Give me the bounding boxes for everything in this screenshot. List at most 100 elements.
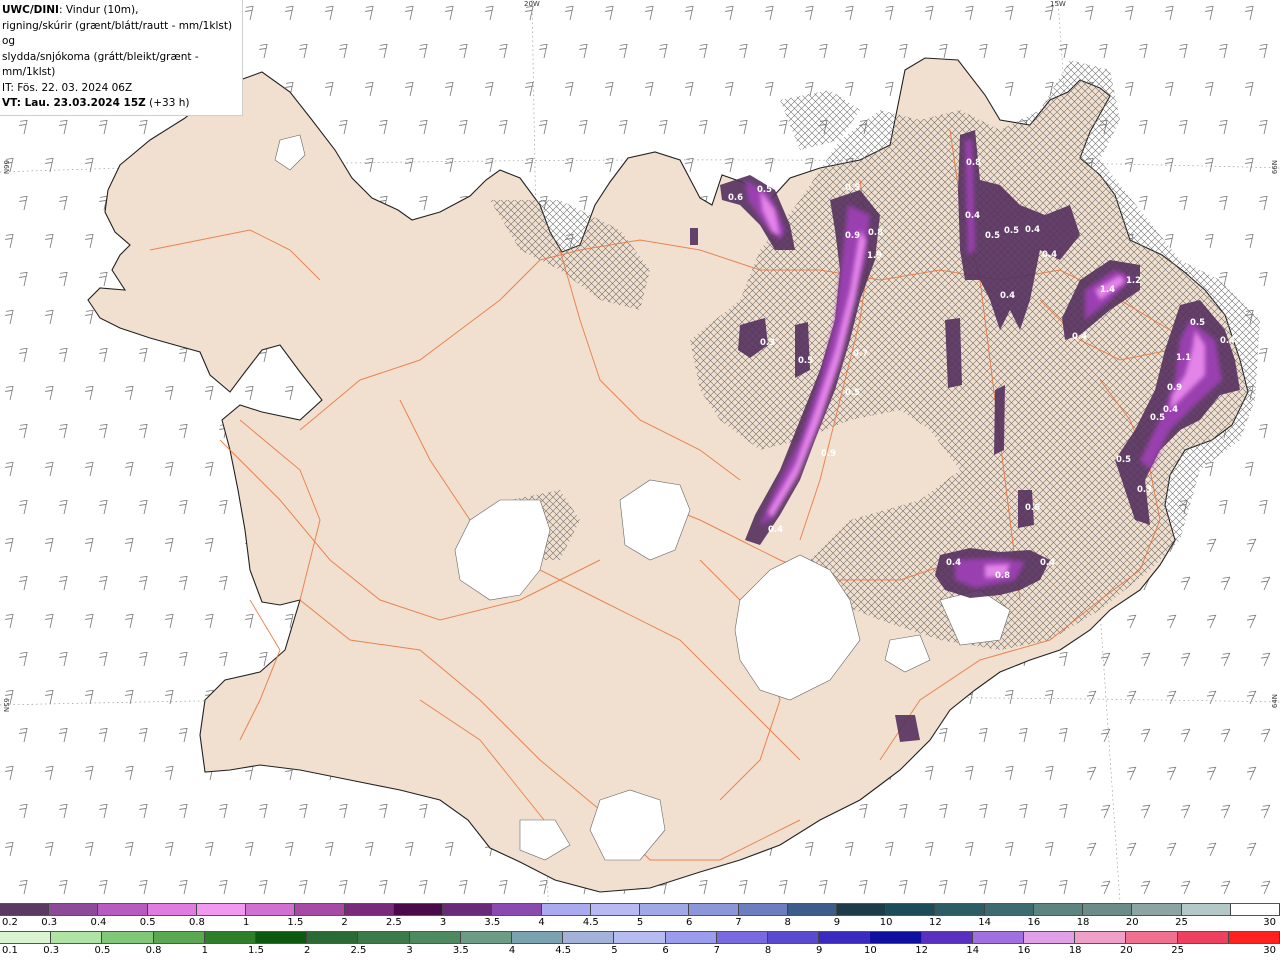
legend-label: 1 [242, 917, 250, 928]
legend-swatch [1083, 904, 1133, 915]
legend-swatch [98, 904, 148, 915]
legend-swatch [640, 904, 690, 915]
legend-label: 3 [406, 945, 413, 956]
legend-swatch [256, 932, 308, 943]
legend-label: 5 [611, 945, 618, 956]
precip-value-label: 0.9 [845, 231, 860, 241]
legend-label: 4.5 [582, 917, 599, 928]
lat-label-64n-right: 64N [1271, 694, 1279, 709]
legend-swatch [0, 904, 50, 915]
legend-label: 0.1 [2, 945, 18, 956]
legend-swatch [204, 932, 257, 943]
legend-swatch [153, 932, 205, 943]
precip-value-label: 0.4 [1042, 250, 1057, 260]
legend-label: 18 [1068, 945, 1082, 956]
legend-snow-bar [0, 903, 1280, 916]
lat-label-65n-left: 65N [2, 698, 10, 713]
legend-swatch [768, 932, 820, 943]
legend-swatch [1132, 904, 1182, 915]
legend-label: 1.5 [287, 917, 304, 928]
valid-time-offset: (+33 h) [145, 97, 190, 109]
legend-swatch [512, 932, 564, 943]
weather-map: 0.6 0.5 0.5 0.9 0.8 1.9 0.7 0.5 0.9 0.4 0.3 0.5 0.8 0… [0, 0, 1280, 902]
legend-label: 4 [538, 917, 545, 928]
legend-swatch [870, 932, 922, 943]
legend-swatch [344, 904, 394, 915]
legend-swatch [1230, 904, 1280, 915]
precip-value-label: 0.4 [1000, 291, 1015, 301]
legend-swatch [1126, 932, 1178, 943]
model-name: UWC/DINI [2, 4, 59, 16]
description-line2: rigning/skúrir (grænt/blátt/rautt - mm/1… [2, 19, 233, 48]
precip-value-label: 0.4 [768, 525, 783, 535]
legend-label: 3.5 [452, 945, 469, 956]
legend-swatch [716, 932, 769, 943]
legend-swatch [1024, 932, 1076, 943]
legend-label: 25 [1171, 945, 1184, 956]
legend-label: 14 [966, 945, 980, 956]
legend-swatch [836, 904, 887, 915]
legend-swatch [972, 932, 1025, 943]
legend-swatch [51, 932, 103, 943]
legend-swatch [460, 932, 513, 943]
legend-swatch [246, 904, 296, 915]
legend-swatch [1177, 932, 1229, 943]
lat-label-66n-right: 66N [1271, 160, 1279, 175]
legend-label: 16 [1017, 945, 1031, 956]
legend-label: 14 [978, 917, 991, 928]
legend-swatch [935, 904, 985, 915]
valid-time: VT: Lau. 23.03.2024 15Z [2, 97, 146, 109]
precip-value-label: 0.5 [757, 185, 772, 195]
lon-label-20w: 20W [524, 0, 540, 8]
legend-label: 0.2 [2, 917, 18, 928]
legend-label: 4 [508, 945, 516, 956]
precip-value-label: 1.1 [1176, 353, 1191, 363]
legend-swatch [984, 904, 1034, 915]
precip-value-label: 0.4 [946, 558, 961, 568]
legend-swatch [492, 904, 542, 915]
legend-swatch [738, 904, 788, 915]
precip-value-label: 0.8 [966, 158, 981, 168]
precip-value-label: 0.3 [1137, 485, 1152, 495]
legend-swatch [614, 932, 666, 943]
precip-value-label: 0.4 [1025, 225, 1040, 235]
legend-label: 7 [713, 945, 720, 956]
precip-value-label: 0.5 [845, 183, 860, 193]
precip-value-label: 0.4 [1220, 336, 1235, 346]
precip-value-label: 0.6 [728, 193, 743, 203]
legend-label: 2 [304, 945, 311, 956]
legend-label: 2.5 [350, 945, 367, 956]
legend-label: 5 [636, 917, 644, 928]
legend-swatch [0, 932, 52, 943]
legend-label: 0.3 [43, 945, 60, 956]
precip-value-label: 0.5 [1190, 318, 1205, 328]
legend-rain: 0.1 0.3 0.5 0.8 1 1.5 2 2.5 3 3.5 4 4.5 5 6 7 8 9 10 12 14 1… [0, 931, 1280, 960]
precip-value-label: 0.9 [821, 449, 836, 459]
legend-snow-labels: 0.2 0.3 0.4 0.5 0.8 1 1.5 2 2.5 3 3.5 4 4.5 5 6 7 8 9 10 12… [0, 917, 1280, 931]
precip-value-label: 0.5 [1004, 226, 1019, 236]
precip-value-label: 0.4 [1072, 332, 1087, 342]
legend-swatch [295, 904, 345, 915]
legend-swatch [49, 904, 99, 915]
legend-label: 3.5 [484, 917, 501, 928]
legend-label: 25 [1175, 917, 1188, 928]
legend-label: 9 [833, 917, 841, 928]
legend-swatch [307, 932, 359, 943]
legend-label: 16 [1027, 917, 1041, 928]
legend-swatch [819, 932, 871, 943]
legend-swatch [921, 932, 973, 943]
legend-swatch [443, 904, 493, 915]
legend-label: 12 [915, 945, 928, 956]
precip-value-label: 0.8 [995, 571, 1010, 581]
legend-label: 10 [879, 917, 893, 928]
precip-value-label: 0.7 [853, 349, 868, 359]
issue-time: IT: Fös. 22. 03. 2024 06Z [2, 81, 133, 94]
legend-swatch [196, 904, 247, 915]
legend-swatch [102, 932, 154, 943]
precip-value-label: 1.2 [1126, 276, 1141, 286]
map-info-box: UWC/DINI: Vindur (10m), rigning/skúrir (… [0, 0, 243, 116]
precip-value-label: 0.6 [1025, 503, 1040, 513]
legend-swatch [541, 904, 591, 915]
legend-swatch [1181, 904, 1231, 915]
legend-label: 9 [816, 945, 823, 956]
